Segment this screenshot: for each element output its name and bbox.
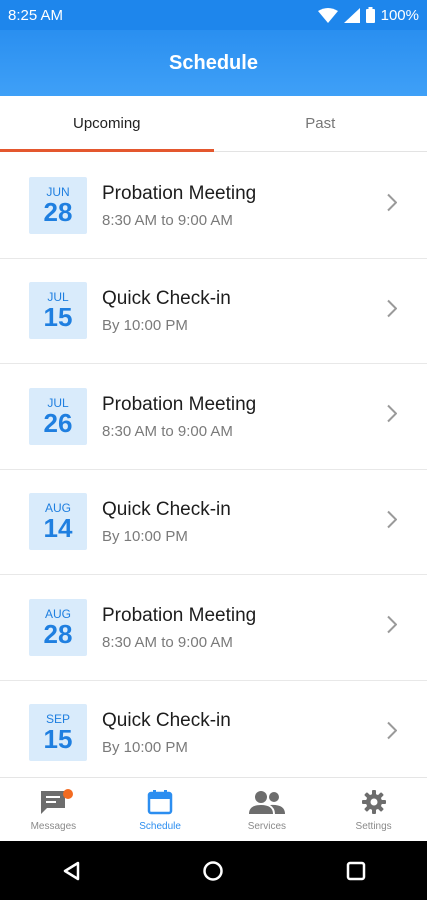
date-badge: JUL 15 — [29, 282, 87, 340]
home-button[interactable] — [183, 841, 243, 900]
nav-settings-label: Settings — [355, 821, 392, 832]
item-time: By 10:00 PM — [102, 739, 188, 757]
nav-messages-label: Messages — [30, 821, 77, 832]
date-badge: JUN 28 — [29, 176, 87, 234]
wifi-icon — [317, 7, 338, 23]
status-bar: 8:25 AM 100% — [0, 0, 427, 30]
calendar-icon — [147, 787, 173, 817]
item-time: 8:30 AM to 9:00 AM — [102, 211, 233, 229]
battery-icon — [365, 7, 375, 23]
chevron-right-icon — [387, 616, 398, 639]
item-title: Probation Meeting — [102, 182, 257, 204]
date-day: 14 — [43, 513, 73, 544]
schedule-item[interactable]: AUG 14 Quick Check-in By 10:00 PM — [0, 470, 427, 575]
date-badge: AUG 28 — [29, 598, 87, 656]
nav-settings[interactable]: Settings — [320, 778, 427, 841]
recents-button[interactable] — [326, 841, 386, 900]
signal-icon — [343, 7, 360, 23]
tab-upcoming[interactable]: Upcoming — [0, 96, 214, 152]
schedule-item[interactable]: JUL 15 Quick Check-in By 10:00 PM — [0, 259, 427, 364]
nav-schedule-label: Schedule — [139, 821, 181, 832]
schedule-list: JUN 28 Probation Meeting 8:30 AM to 9:00… — [0, 153, 427, 777]
date-badge: AUG 14 — [29, 493, 87, 551]
date-day: 26 — [43, 407, 73, 438]
tab-past-label: Past — [305, 115, 336, 132]
date-day: 28 — [43, 618, 73, 649]
nav-messages[interactable]: Messages — [0, 778, 107, 841]
date-day: 15 — [43, 302, 73, 333]
schedule-item[interactable]: AUG 28 Probation Meeting 8:30 AM to 9:00… — [0, 575, 427, 681]
date-badge: SEP 15 — [29, 704, 87, 762]
nav-services-label: Services — [247, 821, 287, 832]
nav-services[interactable]: Services — [214, 778, 321, 841]
back-triangle-icon — [63, 861, 80, 880]
item-time: By 10:00 PM — [102, 528, 188, 546]
tab-past[interactable]: Past — [214, 96, 427, 151]
date-day: 28 — [43, 196, 73, 227]
schedule-item[interactable]: JUN 28 Probation Meeting 8:30 AM to 9:00… — [0, 153, 427, 259]
item-time: 8:30 AM to 9:00 AM — [102, 633, 233, 651]
message-icon — [39, 787, 74, 817]
date-day: 15 — [43, 724, 73, 755]
back-button[interactable] — [41, 841, 101, 900]
date-badge: JUL 26 — [29, 387, 87, 445]
recents-square-icon — [346, 861, 366, 880]
chevron-right-icon — [387, 299, 398, 322]
battery-percent: 100% — [380, 6, 419, 24]
item-time: By 10:00 PM — [102, 317, 188, 335]
item-title: Probation Meeting — [102, 393, 257, 415]
page-title: Schedule — [169, 51, 258, 74]
status-icons: 100% — [317, 6, 419, 24]
system-nav-bar — [0, 841, 427, 900]
schedule-item[interactable]: SEP 15 Quick Check-in By 10:00 PM — [0, 681, 427, 778]
gear-icon — [361, 787, 387, 817]
item-title: Quick Check-in — [102, 288, 231, 310]
chevron-right-icon — [387, 721, 398, 744]
home-circle-icon — [203, 860, 224, 881]
notification-dot — [63, 789, 74, 799]
chevron-right-icon — [387, 194, 398, 217]
nav-schedule[interactable]: Schedule — [107, 778, 214, 841]
schedule-tabs: Upcoming Past — [0, 96, 427, 152]
chevron-right-icon — [387, 510, 398, 533]
item-title: Quick Check-in — [102, 710, 231, 732]
people-icon — [248, 787, 286, 817]
item-time: 8:30 AM to 9:00 AM — [102, 422, 233, 440]
item-title: Quick Check-in — [102, 499, 231, 521]
chevron-right-icon — [387, 405, 398, 428]
status-time: 8:25 AM — [8, 6, 64, 24]
tab-upcoming-label: Upcoming — [72, 115, 141, 132]
bottom-nav: Messages Schedule Services Settings — [0, 777, 427, 841]
schedule-item[interactable]: JUL 26 Probation Meeting 8:30 AM to 9:00… — [0, 364, 427, 470]
item-title: Probation Meeting — [102, 604, 257, 626]
app-bar: Schedule — [0, 30, 427, 96]
